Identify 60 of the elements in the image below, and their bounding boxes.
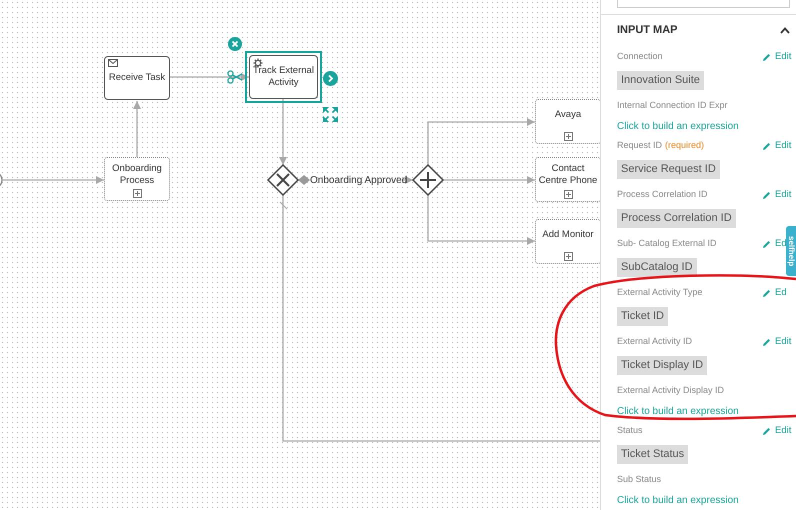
service-task-node[interactable]: Track External Activity — [249, 55, 318, 99]
field-value: Process Correlation ID — [617, 209, 736, 228]
text-field[interactable] — [617, 0, 790, 8]
receive-task-node[interactable]: Receive Task — [104, 56, 170, 100]
field-value: Service Request ID — [617, 160, 720, 179]
field-value: Ticket Status — [617, 445, 688, 464]
subprocess-node[interactable]: Contact Centre Phone — [535, 157, 601, 202]
envelope-icon — [108, 59, 118, 67]
next-chevron-icon[interactable] — [323, 71, 338, 86]
edit-link[interactable]: Edit — [762, 50, 792, 64]
field-label: Process Correlation ID — [617, 188, 708, 202]
field-label: External Activity Display ID — [617, 384, 724, 398]
subprocess-node[interactable]: Onboarding Process — [104, 157, 170, 201]
expand-marker-icon — [564, 132, 573, 141]
expand-arrows-icon[interactable] — [323, 107, 338, 122]
field-label: Request ID — [617, 139, 662, 152]
subprocess-node[interactable]: Add Monitor — [535, 219, 601, 264]
connector-arrow — [279, 99, 287, 165]
pencil-icon — [762, 240, 771, 248]
pencil-icon — [762, 190, 771, 200]
field-value: Ticket Display ID — [617, 356, 708, 375]
side-help-tab[interactable]: selfhelp — [786, 226, 796, 276]
field-value: Innovation Suite — [617, 71, 704, 90]
expression-link[interactable]: Click to build an expression — [617, 120, 739, 133]
expand-marker-icon — [564, 252, 573, 261]
expand-marker-icon — [133, 189, 142, 198]
field-value: Ticket ID — [617, 307, 668, 326]
edit-link[interactable]: Edit — [762, 138, 792, 154]
flow-label: Onboarding Approved — [310, 174, 408, 188]
parallel-gateway[interactable] — [412, 164, 444, 196]
pencil-icon — [762, 288, 771, 298]
scissors-icon[interactable] — [227, 70, 243, 84]
field-label: External Activity Type — [617, 286, 702, 300]
required-note: (required) — [665, 139, 704, 152]
expand-marker-icon — [564, 190, 573, 199]
connector-arrow — [133, 101, 141, 157]
expression-link[interactable]: Click to build an expression — [617, 405, 739, 418]
exclusive-gateway[interactable] — [266, 164, 300, 196]
edit-link[interactable]: Edit — [762, 334, 792, 350]
field-value: SubCatalog ID — [617, 258, 697, 277]
field-label: External Activity ID — [617, 335, 692, 348]
field-label: Internal Connection ID Expr — [617, 99, 728, 112]
pencil-icon — [762, 338, 771, 346]
pencil-icon — [762, 426, 771, 436]
field-label: Sub Status — [617, 473, 662, 486]
edit-link[interactable]: Edit — [762, 424, 792, 438]
field-label: Status — [617, 424, 643, 438]
field-label: Sub- Catalog External ID — [617, 237, 717, 250]
subprocess-node[interactable]: Avaya — [535, 99, 601, 144]
section-title: INPUT MAP — [617, 23, 678, 38]
edit-link[interactable]: Edit — [762, 188, 792, 202]
expression-link[interactable]: Click to build an expression — [617, 494, 739, 507]
pencil-icon — [762, 52, 771, 62]
edit-link[interactable]: Ed — [762, 286, 787, 300]
edit-link[interactable]: Ed — [762, 236, 787, 252]
close-icon[interactable] — [228, 37, 242, 51]
gear-icon — [253, 58, 263, 68]
pencil-icon — [762, 142, 771, 150]
default-flow-marker — [298, 175, 310, 185]
field-label: Connection — [617, 50, 663, 64]
